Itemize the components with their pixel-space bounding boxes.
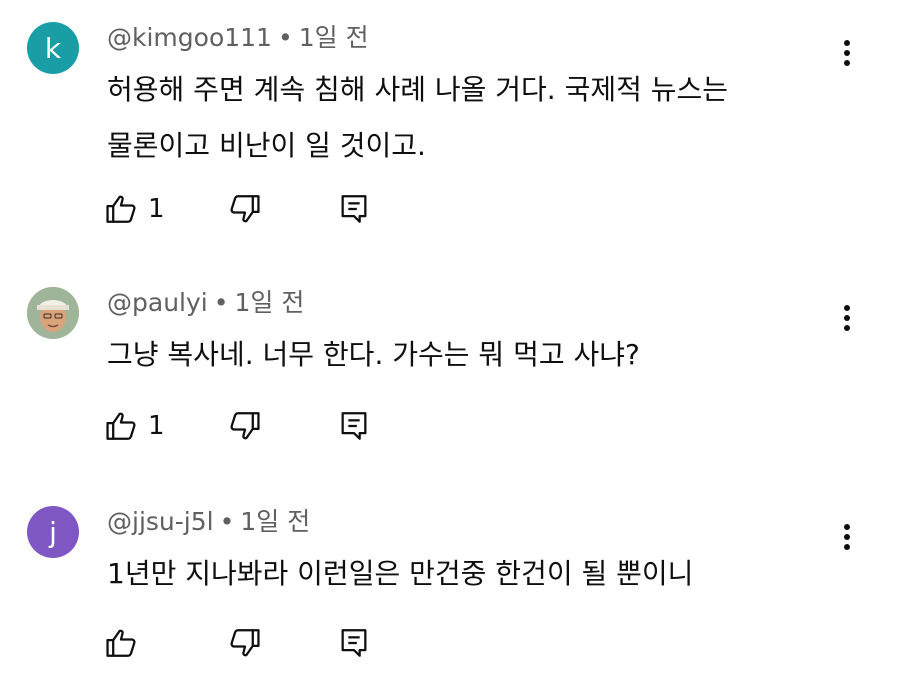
like-count: 1 [148,194,165,224]
comment-text-line: 그냥 복사네. 너무 한다. 가수는 뭐 먹고 사냐? [107,338,640,371]
more-vertical-icon[interactable] [830,36,864,70]
username[interactable]: @paulyi [107,288,208,317]
reply-button[interactable] [337,406,371,446]
thumbs-down-icon [230,412,260,440]
like-button[interactable]: 1 [104,406,165,446]
comment-header: @paulyi • 1일 전 [107,287,304,319]
dislike-button[interactable] [228,189,262,229]
comment-header: @jjsu-j5l • 1일 전 [107,506,310,538]
comment-text-line: 1년만 지나봐라 이런일은 만건중 한건이 될 뿐이니 [107,557,694,590]
reply-button[interactable] [337,623,371,663]
reply-comment-icon [341,412,367,440]
username[interactable]: @kimgoo111 [107,23,272,52]
comment-header: @kimgoo111 • 1일 전 [107,22,369,54]
dislike-button[interactable] [228,406,262,446]
avatar-letter: j [49,515,57,549]
thumbs-up-icon [106,629,136,657]
comment-actions [104,623,404,663]
comment-actions: 1 [104,406,404,446]
more-vertical-icon[interactable] [830,520,864,554]
like-button[interactable]: 1 [104,189,165,229]
avatar[interactable]: j [27,506,79,558]
avatar[interactable] [27,287,79,339]
avatar[interactable]: k [27,22,79,74]
timestamp[interactable]: 1일 전 [299,23,369,52]
more-vertical-icon[interactable] [830,301,864,335]
thumbs-down-icon [230,629,260,657]
dislike-button[interactable] [228,623,262,663]
user-photo-icon [27,287,79,339]
avatar-letter: k [44,31,62,65]
separator: • [277,23,293,52]
comment-text: 1년만 지나봐라 이런일은 만건중 한건이 될 뿐이니 [107,546,693,602]
separator: • [219,507,235,536]
thumbs-down-icon [230,195,260,223]
like-count: 1 [148,411,165,441]
comment-actions: 1 [104,189,404,229]
comment-text-line: 허용해 주면 계속 침해 사례 나올 거다. 국제적 뉴스는 [107,73,729,106]
reply-comment-icon [341,195,367,223]
comment-text-line: 물론이고 비난이 일 것이고. [107,129,426,162]
thumbs-up-icon [106,195,136,223]
reply-comment-icon [341,629,367,657]
like-button[interactable] [104,623,138,663]
thumbs-up-icon [106,412,136,440]
timestamp[interactable]: 1일 전 [234,288,304,317]
username[interactable]: @jjsu-j5l [107,507,214,536]
timestamp[interactable]: 1일 전 [240,507,310,536]
reply-button[interactable] [337,189,371,229]
separator: • [213,288,229,317]
comment-text: 그냥 복사네. 너무 한다. 가수는 뭐 먹고 사냐? [107,327,640,383]
comment-text: 허용해 주면 계속 침해 사례 나올 거다. 국제적 뉴스는 물론이고 비난이 … [107,62,728,174]
